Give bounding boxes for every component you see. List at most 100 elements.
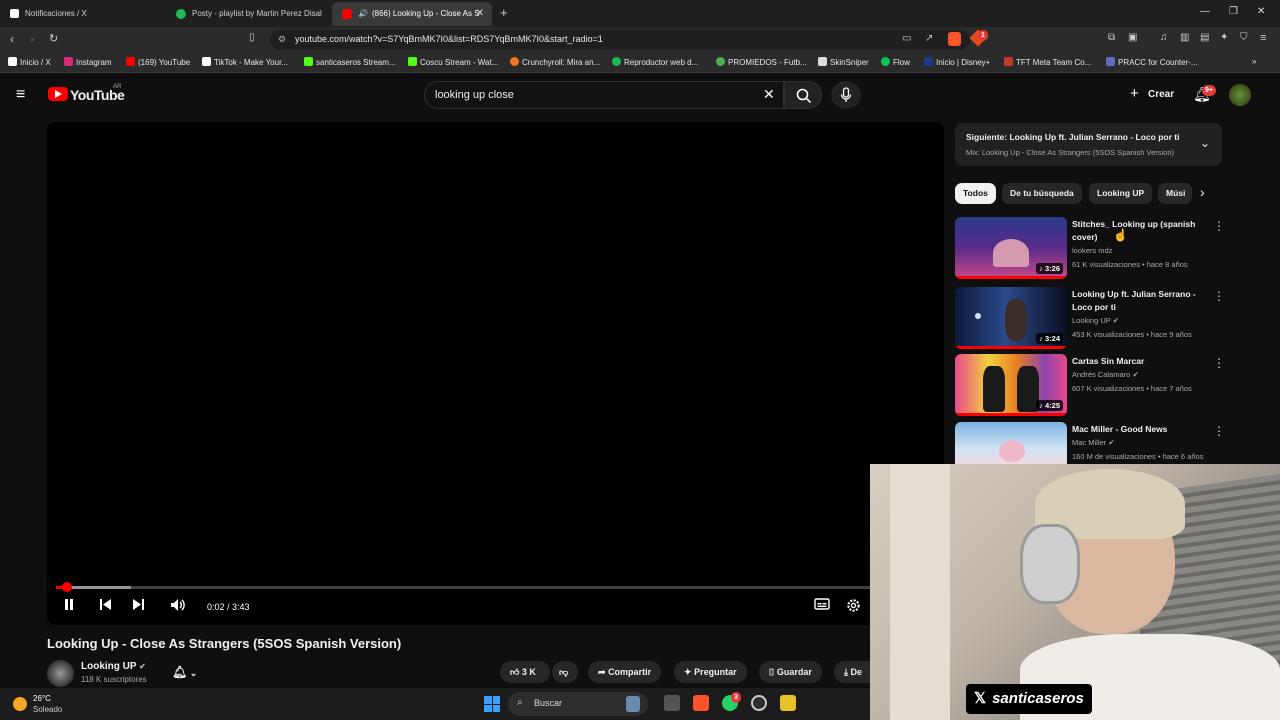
bookmark-crunchyroll[interactable]: Crunchyroll: Mira an...: [510, 57, 600, 67]
subtitles-button[interactable]: [814, 598, 830, 613]
more-options-icon[interactable]: ⋮: [1213, 424, 1225, 438]
more-options-icon[interactable]: ⋮: [1213, 219, 1225, 233]
share-button[interactable]: ➦ Compartir: [588, 661, 662, 683]
bookmark-spotify[interactable]: Reproductor web d...: [612, 57, 698, 67]
app-icon[interactable]: [780, 695, 796, 711]
bookmark-flow[interactable]: Flow: [881, 57, 910, 67]
vpn-icon[interactable]: ⛉: [1240, 32, 1248, 43]
more-options-icon[interactable]: ⋮: [1213, 356, 1225, 370]
weather-description[interactable]: Soleado: [33, 705, 62, 714]
youtube-logo-icon[interactable]: [48, 87, 68, 101]
bookmark-skinsniper[interactable]: SkinSniper: [818, 57, 869, 67]
previous-button[interactable]: [99, 598, 113, 614]
chip-musica[interactable]: Músi: [1158, 183, 1192, 204]
settings-button[interactable]: [846, 598, 861, 616]
ask-button[interactable]: ✦ Preguntar: [674, 661, 747, 683]
create-button[interactable]: Crear: [1148, 89, 1174, 100]
recommendation-channel[interactable]: Looking UP ✔: [1072, 316, 1119, 325]
channel-avatar[interactable]: [47, 660, 74, 687]
recommendation-title[interactable]: Looking Up ft. Julian Serrano - Loco por…: [1072, 288, 1202, 314]
next-button[interactable]: [131, 598, 145, 614]
chip-looking-up[interactable]: Looking UP: [1089, 183, 1153, 204]
weather-temperature[interactable]: 26°C: [33, 694, 51, 703]
close-tab-icon[interactable]: ✕: [476, 2, 484, 26]
volume-button[interactable]: [170, 598, 186, 615]
bookmark-tft[interactable]: TFT Meta Team Co...: [1004, 57, 1091, 67]
site-info-icon[interactable]: ⚙: [278, 34, 286, 45]
recommendation-channel[interactable]: Andrés Calamaro ✔: [1072, 370, 1139, 379]
media-icon[interactable]: ♫: [1160, 32, 1168, 43]
bookmark-instagram[interactable]: Instagram: [64, 57, 112, 67]
save-button[interactable]: ⌷ Guardar: [759, 661, 822, 683]
bookmark-youtube[interactable]: (169) YouTube: [126, 57, 190, 67]
windows-start-icon[interactable]: [484, 696, 500, 712]
forward-icon[interactable]: ›: [30, 32, 34, 46]
bookmark-disney[interactable]: Inicio | Disney+: [924, 57, 990, 67]
recommendation-item[interactable]: ♪ 3:24 Looking Up ft. Julian Serrano - L…: [955, 287, 1225, 351]
bookmark-kick-coscu[interactable]: Coscu Stream - Wat...: [408, 57, 498, 67]
chevron-right-icon[interactable]: ›: [1200, 184, 1205, 200]
new-tab-button[interactable]: +: [500, 5, 508, 20]
bookmark-kick-santicaseros[interactable]: santicaseros Stream...: [304, 57, 396, 67]
recommendation-title[interactable]: Mac Miller - Good News: [1072, 423, 1202, 436]
cast-icon[interactable]: ▭: [902, 33, 911, 44]
bookmark-icon[interactable]: ▯: [249, 32, 255, 43]
video-thumbnail[interactable]: [955, 422, 1067, 466]
chevron-down-icon[interactable]: ⌄: [1200, 136, 1210, 150]
search-input[interactable]: looking up close ✕: [424, 81, 784, 109]
leo-ai-icon[interactable]: ✦: [1220, 32, 1228, 43]
back-icon[interactable]: ‹: [10, 32, 14, 46]
wallet-icon[interactable]: ▤: [1200, 32, 1209, 43]
bookmark-inicio-x[interactable]: Inicio / X: [8, 57, 51, 67]
scrubber-handle[interactable]: [61, 582, 72, 592]
bookmark-tiktok[interactable]: TikTok - Make Your...: [202, 57, 288, 67]
minimize-icon[interactable]: —: [1200, 6, 1210, 17]
close-window-icon[interactable]: ✕: [1257, 6, 1265, 17]
chip-de-tu-busqueda[interactable]: De tu búsqueda: [1002, 183, 1082, 204]
sidebar-icon[interactable]: ▥: [1180, 32, 1189, 43]
recommendation-channel[interactable]: lookers mdz: [1072, 246, 1112, 255]
dislike-button[interactable]: 👎︎: [552, 661, 578, 683]
share-icon[interactable]: ↗: [925, 33, 933, 44]
tab-notificaciones[interactable]: Notificaciones / X: [0, 2, 165, 26]
screenshot-icon[interactable]: ▣: [1128, 32, 1137, 43]
extensions-icon[interactable]: ⧉: [1108, 32, 1115, 43]
voice-search-button[interactable]: [831, 81, 861, 109]
up-next-panel[interactable]: Siguiente: Looking Up ft. Julian Serrano…: [955, 123, 1222, 166]
taskbar-search[interactable]: ⌕ Buscar: [508, 692, 648, 716]
video-thumbnail[interactable]: ♪ 3:24: [955, 287, 1067, 349]
video-player[interactable]: 0:02 / 3:43: [47, 122, 944, 625]
brave-browser-icon[interactable]: [693, 695, 709, 711]
bookmark-promiedos[interactable]: PROMIEDOS - Futb...: [716, 57, 807, 67]
video-thumbnail[interactable]: ♪ 3:26: [955, 217, 1067, 279]
menu-icon[interactable]: ≡: [1260, 32, 1266, 44]
chip-todos[interactable]: Todos: [955, 183, 996, 204]
restore-icon[interactable]: ❐: [1229, 6, 1238, 17]
task-view-icon[interactable]: [664, 695, 680, 711]
steelseries-icon[interactable]: [751, 695, 767, 711]
tab-spotify[interactable]: Posty - playlist by Martin Perez Disal: [166, 2, 330, 26]
more-bookmarks-icon[interactable]: »: [1252, 57, 1256, 66]
subscribe-bell-button[interactable]: 🔔︎ ⌄: [166, 661, 214, 683]
more-options-icon[interactable]: ⋮: [1213, 289, 1225, 303]
progress-bar[interactable]: [56, 582, 934, 592]
like-button[interactable]: 👍︎ 3 K: [500, 661, 550, 683]
recommendation-channel[interactable]: Mac Miller ✔: [1072, 438, 1115, 447]
account-avatar[interactable]: [1229, 84, 1251, 106]
download-button[interactable]: ⤓ De: [834, 661, 870, 683]
recommendation-item[interactable]: ♪ 4:25 Cartas Sin Marcar Andrés Calamaro…: [955, 354, 1225, 418]
search-button[interactable]: [784, 81, 822, 109]
recommendation-title[interactable]: Cartas Sin Marcar: [1072, 355, 1202, 368]
bookmark-pracc[interactable]: PRACC for Counter-...: [1106, 57, 1198, 67]
pause-button[interactable]: [63, 598, 75, 614]
recommendation-item[interactable]: ♪ 3:26 Stitches_ Looking up (spanish cov…: [955, 217, 1225, 281]
video-thumbnail[interactable]: ♪ 4:25: [955, 354, 1067, 416]
tab-youtube-active[interactable]: 🔊 (866) Looking Up - Close As S ✕: [332, 2, 492, 26]
hamburger-menu-icon[interactable]: ≡: [16, 86, 25, 104]
reload-icon[interactable]: ↻: [49, 32, 58, 45]
clear-search-icon[interactable]: ✕: [763, 86, 775, 103]
channel-name[interactable]: Looking UP ✔: [81, 661, 146, 672]
brave-shield-icon[interactable]: [948, 32, 961, 46]
recommendation-title[interactable]: Stitches_ Looking up (spanish cover): [1072, 218, 1202, 244]
url-field[interactable]: ⚙ youtube.com/watch?v=S7YqBmMK7I0&list=R…: [270, 30, 970, 50]
